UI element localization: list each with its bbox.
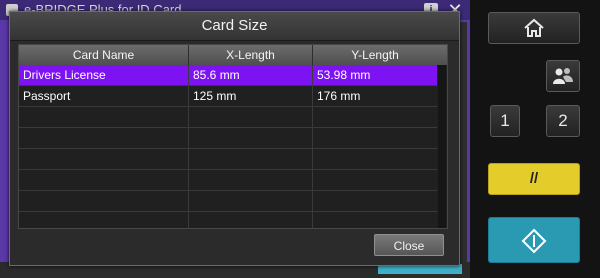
table-row-empty[interactable] [19, 149, 437, 170]
dialog-title: Card Size [10, 12, 459, 41]
cell-empty [189, 170, 313, 190]
cell-x-length: 85.6 mm [189, 65, 313, 85]
cell-empty [19, 128, 189, 148]
cell-empty [189, 212, 313, 228]
column-header-y-length[interactable]: Y-Length [313, 45, 437, 65]
card-size-table: Card Name X-Length Y-Length Drivers Lice… [18, 44, 448, 229]
cell-empty [313, 149, 437, 169]
cell-empty [313, 170, 437, 190]
cell-empty [19, 107, 189, 127]
column-header-card-name[interactable]: Card Name [19, 45, 189, 65]
cell-empty [313, 107, 437, 127]
table-row-empty[interactable] [19, 170, 437, 191]
cell-empty [313, 128, 437, 148]
cell-empty [313, 191, 437, 211]
button-2[interactable]: 2 [546, 105, 580, 137]
cell-empty [19, 212, 189, 228]
table-row-drivers-license[interactable]: Drivers License 85.6 mm 53.98 mm [19, 65, 437, 86]
table-row-empty[interactable] [19, 107, 437, 128]
table-row-empty[interactable] [19, 191, 437, 212]
cell-empty [189, 128, 313, 148]
cell-empty [189, 149, 313, 169]
table-scrollbar[interactable] [438, 65, 446, 228]
cell-empty [19, 191, 189, 211]
home-button[interactable] [488, 12, 580, 44]
control-panel: 1 2 // [470, 0, 600, 278]
cell-empty [19, 170, 189, 190]
table-row-empty[interactable] [19, 212, 437, 228]
table-row-passport[interactable]: Passport 125 mm 176 mm [19, 86, 437, 107]
cell-empty [189, 107, 313, 127]
user-login-button[interactable] [546, 60, 580, 92]
close-button[interactable]: Close [374, 234, 444, 256]
start-icon [521, 228, 547, 254]
cell-card-name: Drivers License [19, 65, 189, 85]
card-size-dialog: Card Size Card Name X-Length Y-Length Dr… [9, 11, 460, 266]
column-header-x-length[interactable]: X-Length [189, 45, 313, 65]
start-button[interactable] [488, 217, 580, 263]
cell-y-length: 53.98 mm [317, 68, 371, 82]
table-header: Card Name X-Length Y-Length [19, 45, 447, 65]
users-icon [552, 66, 574, 86]
cell-empty [189, 191, 313, 211]
cell-y-length: 176 mm [317, 89, 361, 103]
home-icon [523, 18, 545, 38]
table-row-empty[interactable] [19, 128, 437, 149]
cell-empty [19, 149, 189, 169]
clear-button[interactable]: // [488, 163, 580, 195]
button-1[interactable]: 1 [490, 105, 520, 137]
cell-card-name: Passport [19, 86, 189, 106]
cell-empty [313, 212, 437, 228]
cell-x-length: 125 mm [189, 86, 313, 106]
